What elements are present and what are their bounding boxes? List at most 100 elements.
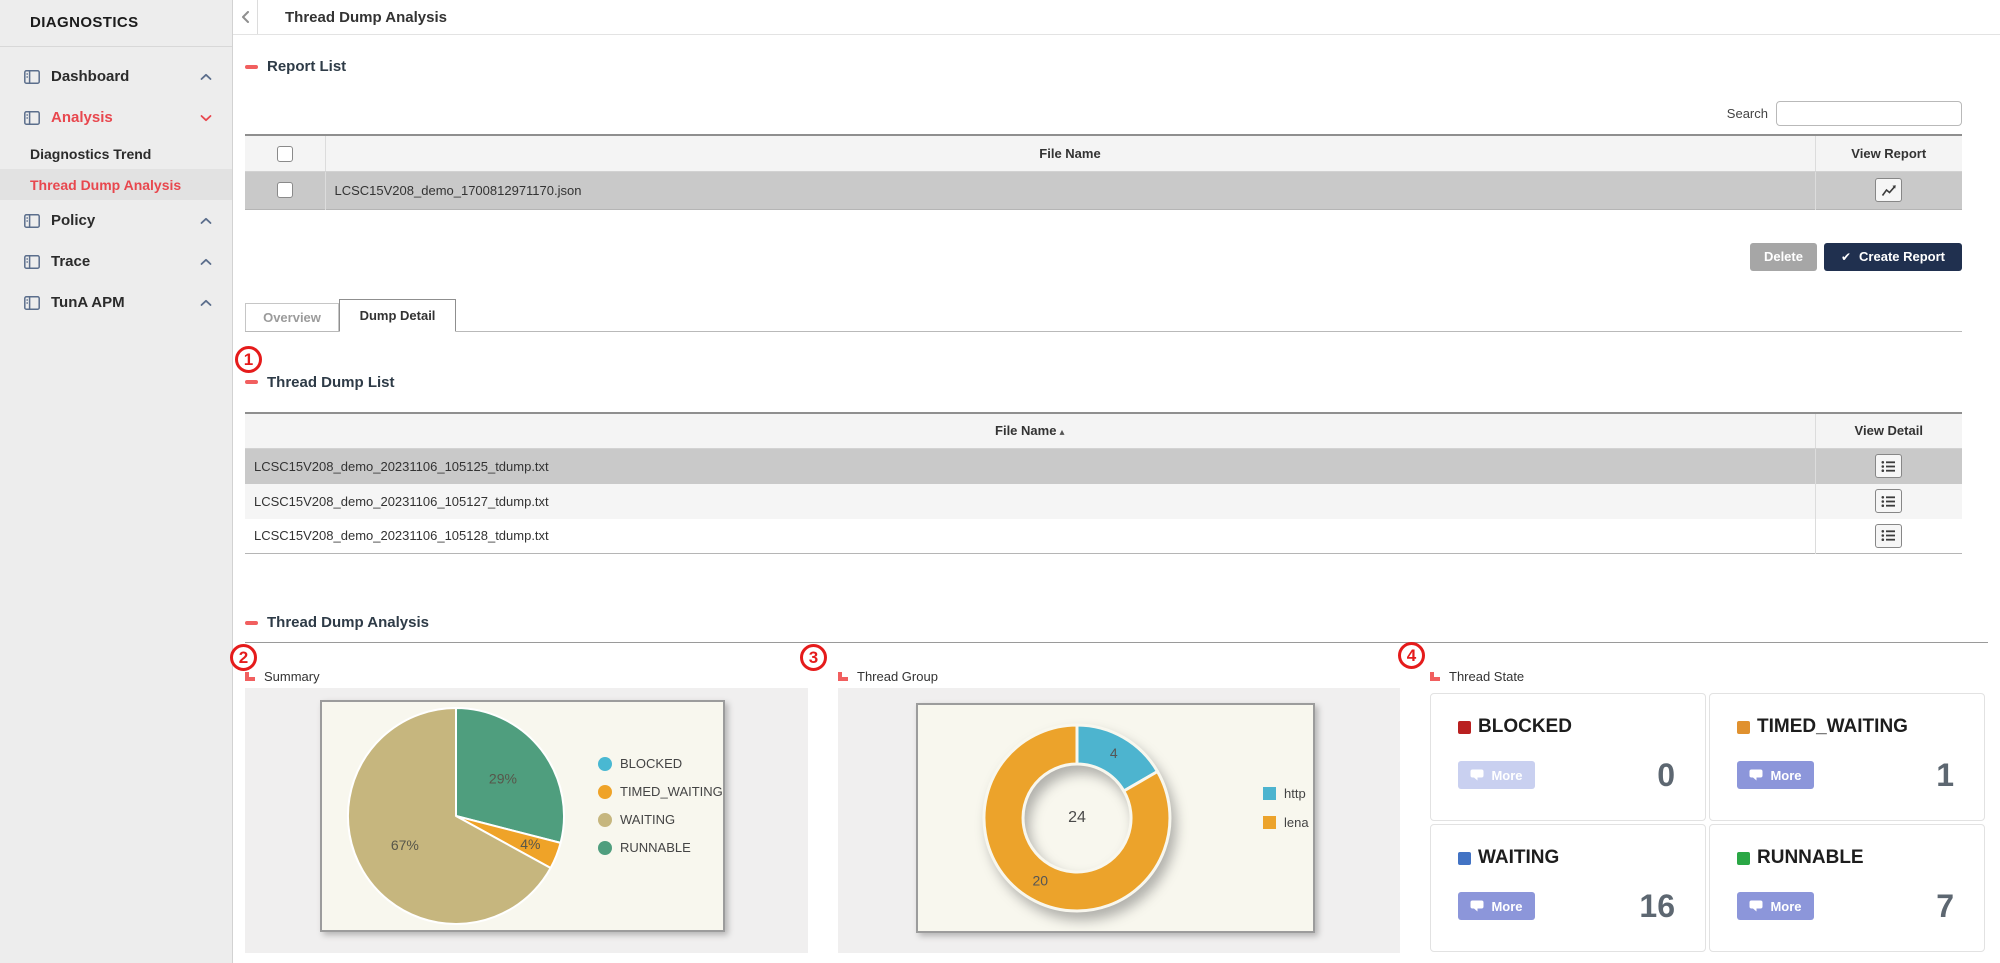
pie-legend: BLOCKED TIMED_WAITING WAITING RUNNABLE bbox=[598, 754, 723, 857]
card-title: WAITING bbox=[1458, 847, 1675, 869]
more-button[interactable]: More bbox=[1737, 761, 1814, 789]
dump-table-row[interactable]: LCSC15V208_demo_20231106_105125_tdump.tx… bbox=[245, 449, 1962, 484]
state-label: WAITING bbox=[1478, 847, 1559, 869]
legend-item-timed-waiting: TIMED_WAITING bbox=[598, 782, 723, 801]
thread-state-card-runnable: RUNNABLEMore7 bbox=[1709, 824, 1985, 952]
summary-header: Summary bbox=[245, 664, 808, 688]
legend-item-runnable: RUNNABLE bbox=[598, 838, 723, 857]
report-table-row[interactable]: LCSC15V208_demo_1700812971170.json bbox=[245, 171, 1962, 209]
more-button[interactable]: More bbox=[1737, 892, 1814, 920]
chevron-up-icon bbox=[200, 73, 212, 81]
sidebar-item-label: Policy bbox=[51, 212, 189, 229]
dump-table-row[interactable]: LCSC15V208_demo_20231106_105127_tdump.tx… bbox=[245, 484, 1962, 519]
sidebar-item-diagnostics-trend[interactable]: Diagnostics Trend bbox=[0, 138, 232, 169]
create-report-label: Create Report bbox=[1859, 249, 1945, 264]
delete-button[interactable]: Delete bbox=[1750, 243, 1817, 271]
more-button[interactable]: More bbox=[1458, 892, 1535, 920]
list-icon bbox=[1881, 460, 1896, 473]
sidebar-title: DIAGNOSTICS bbox=[0, 0, 232, 47]
thread-state-card-timed-waiting: TIMED_WAITINGMore1 bbox=[1709, 693, 1985, 821]
list-icon bbox=[1881, 529, 1896, 542]
view-detail-button[interactable] bbox=[1875, 489, 1902, 513]
create-report-button[interactable]: ✔ Create Report bbox=[1824, 243, 1962, 271]
legend-square-marker bbox=[1263, 787, 1276, 800]
sidebar-item-label: Trace bbox=[51, 253, 189, 270]
speech-bubble-icon bbox=[1749, 900, 1763, 912]
legend-label: RUNNABLE bbox=[620, 840, 691, 855]
tab-dump-detail[interactable]: Dump Detail bbox=[339, 299, 456, 332]
more-label: More bbox=[1491, 899, 1522, 914]
search-label: Search bbox=[1727, 106, 1768, 121]
card-title: BLOCKED bbox=[1458, 716, 1675, 738]
donut-chart-svg: 42024 bbox=[918, 705, 1313, 931]
page-title: Thread Dump Analysis bbox=[285, 9, 447, 26]
tab-bar: OverviewDump Detail bbox=[245, 299, 1962, 332]
legend-circle-marker bbox=[598, 841, 612, 855]
summary-panel: 29%4%67% BLOCKEDTIMED_WAITINGWAITINGRUNN… bbox=[245, 688, 808, 953]
back-button[interactable] bbox=[233, 0, 258, 34]
section-corner-icon bbox=[1430, 672, 1440, 681]
summary-pie-chart: 29%4%67% BLOCKEDTIMED_WAITINGWAITINGRUNN… bbox=[320, 700, 725, 932]
view-detail-button[interactable] bbox=[1875, 454, 1902, 478]
section-collapse-icon[interactable] bbox=[245, 65, 258, 69]
more-button[interactable]: More bbox=[1458, 761, 1535, 789]
summary-section: Summary 29%4%67% BLOCKEDTIMED_WAITINGWAI… bbox=[245, 664, 808, 953]
legend-item-blocked: BLOCKED bbox=[598, 754, 723, 773]
dump-file-name: LCSC15V208_demo_20231106_105128_tdump.tx… bbox=[245, 519, 1815, 554]
sidebar-item-analysis[interactable]: Analysis bbox=[0, 97, 232, 138]
file-name-column-header: File Name bbox=[325, 135, 1815, 171]
row-checkbox[interactable] bbox=[277, 182, 293, 198]
legend-label: WAITING bbox=[620, 812, 675, 827]
card-title: RUNNABLE bbox=[1737, 847, 1954, 869]
sidebar-item-label: Analysis bbox=[51, 109, 189, 126]
chevron-up-icon bbox=[200, 258, 212, 266]
sidebar-item-thread-dump-analysis[interactable]: Thread Dump Analysis bbox=[0, 169, 232, 200]
divider bbox=[245, 642, 1988, 643]
thread-group-section: Thread Group 42024 http lena bbox=[838, 664, 1400, 953]
state-label: BLOCKED bbox=[1478, 716, 1572, 738]
chevron-up-icon bbox=[200, 299, 212, 307]
svg-text:24: 24 bbox=[1068, 809, 1086, 826]
view-detail-button[interactable] bbox=[1875, 524, 1902, 548]
report-table: File Name View Report LCSC15V208_demo_17… bbox=[245, 134, 1962, 210]
search-input[interactable] bbox=[1776, 101, 1962, 126]
app-window: DIAGNOSTICS Dashboard Analysis Diagnostics… bbox=[0, 0, 2000, 963]
state-count: 0 bbox=[1657, 759, 1675, 791]
view-report-column-header: View Report bbox=[1815, 135, 1962, 171]
legend-item-lena: lena bbox=[1263, 813, 1309, 832]
sidebar: DIAGNOSTICS Dashboard Analysis Diagnostics… bbox=[0, 0, 233, 963]
sidebar-item-dashboard[interactable]: Dashboard bbox=[0, 56, 232, 97]
sidebar-item-tuna-apm[interactable]: TunA APM bbox=[0, 282, 232, 323]
state-label: TIMED_WAITING bbox=[1757, 716, 1908, 738]
state-label: RUNNABLE bbox=[1757, 847, 1864, 869]
legend-item-http: http bbox=[1263, 784, 1309, 803]
sidebar-item-label: Diagnostics Trend bbox=[30, 146, 232, 162]
select-all-checkbox[interactable] bbox=[277, 146, 293, 162]
report-list-title: Report List bbox=[267, 58, 346, 75]
sidebar-item-label: Dashboard bbox=[51, 68, 189, 85]
panel-icon bbox=[24, 214, 40, 228]
sidebar-item-trace[interactable]: Trace bbox=[0, 241, 232, 282]
summary-title: Summary bbox=[264, 669, 320, 684]
dump-table-row[interactable]: LCSC15V208_demo_20231106_105128_tdump.tx… bbox=[245, 519, 1962, 554]
panel-icon bbox=[24, 255, 40, 269]
sidebar-item-policy[interactable]: Policy bbox=[0, 200, 232, 241]
thread-dump-table: File Name▴ View Detail LCSC15V208_demo_2… bbox=[245, 412, 1962, 555]
section-collapse-icon[interactable] bbox=[245, 380, 258, 384]
line-chart-icon bbox=[1881, 184, 1897, 197]
annotation-circle-2: 2 bbox=[230, 644, 257, 671]
thread-dump-analysis-title: Thread Dump Analysis bbox=[267, 614, 429, 631]
section-corner-icon bbox=[245, 672, 255, 681]
thread-state-title: Thread State bbox=[1449, 669, 1524, 684]
panel-icon bbox=[24, 296, 40, 310]
thread-state-card-blocked: BLOCKED More 0 bbox=[1430, 693, 1706, 821]
more-label: More bbox=[1491, 768, 1522, 783]
section-collapse-icon[interactable] bbox=[245, 621, 258, 625]
speech-bubble-icon bbox=[1470, 900, 1484, 912]
dump-file-name-column-header[interactable]: File Name▴ bbox=[245, 413, 1815, 449]
thread-group-title: Thread Group bbox=[857, 669, 938, 684]
thread-group-header: Thread Group bbox=[838, 664, 1400, 688]
legend-circle-marker bbox=[598, 757, 612, 771]
tab-overview[interactable]: Overview bbox=[245, 303, 339, 331]
view-report-button[interactable] bbox=[1875, 178, 1902, 202]
